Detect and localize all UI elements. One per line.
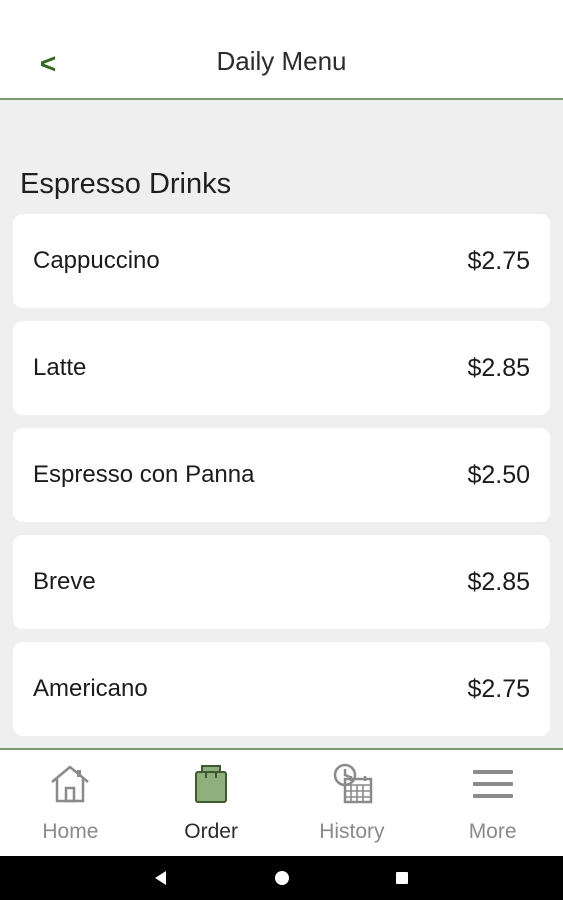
nav-more[interactable]: More <box>422 750 563 856</box>
menu-list: Cappuccino $2.75 Latte $2.85 Espresso co… <box>13 214 550 748</box>
menu-item[interactable]: Latte $2.85 <box>13 321 550 415</box>
recents-square-icon <box>396 872 408 884</box>
menu-item-name: Breve <box>33 568 96 595</box>
bottom-navigation: Home Order History More <box>0 748 563 856</box>
system-navigation-bar <box>0 856 563 900</box>
home-circle-icon <box>275 871 289 885</box>
page-title: Daily Menu <box>216 46 347 76</box>
back-triangle-icon <box>155 871 166 885</box>
menu-item[interactable]: Breve $2.85 <box>13 535 550 629</box>
menu-item[interactable]: Cappuccino $2.75 <box>13 214 550 308</box>
menu-item-price: $2.50 <box>467 461 530 489</box>
menu-icon <box>472 770 513 798</box>
menu-item-name: Americano <box>33 675 148 702</box>
system-back-button[interactable] <box>148 866 172 890</box>
nav-history-label: History <box>319 820 385 843</box>
menu-item-price: $2.75 <box>467 247 530 275</box>
system-home-button[interactable] <box>270 866 294 890</box>
menu-item-name: Cappuccino <box>33 247 160 274</box>
menu-item-price: $2.85 <box>467 354 530 382</box>
history-calendar-icon <box>333 763 373 804</box>
section-title: Espresso Drinks <box>20 168 232 200</box>
nav-history[interactable]: History <box>282 750 423 856</box>
menu-item-name: Latte <box>33 354 87 381</box>
menu-item-price: $2.85 <box>467 568 530 596</box>
shopping-bag-icon <box>195 765 228 803</box>
nav-home[interactable]: Home <box>0 750 141 856</box>
nav-order[interactable]: Order <box>141 750 282 856</box>
menu-content[interactable]: Espresso Drinks Cappuccino $2.75 Latte $… <box>0 100 563 748</box>
menu-item[interactable]: Americano $2.75 <box>13 642 550 736</box>
nav-order-label: Order <box>184 820 238 843</box>
system-recents-button[interactable] <box>390 866 414 890</box>
menu-item[interactable]: Espresso con Panna $2.50 <box>13 428 550 522</box>
menu-item-price: $2.75 <box>467 675 530 703</box>
app-bar: < Daily Menu <box>0 0 563 100</box>
home-icon <box>51 765 90 803</box>
nav-home-label: Home <box>42 820 99 843</box>
menu-item-name: Espresso con Panna <box>33 461 255 488</box>
nav-more-label: More <box>468 820 517 843</box>
